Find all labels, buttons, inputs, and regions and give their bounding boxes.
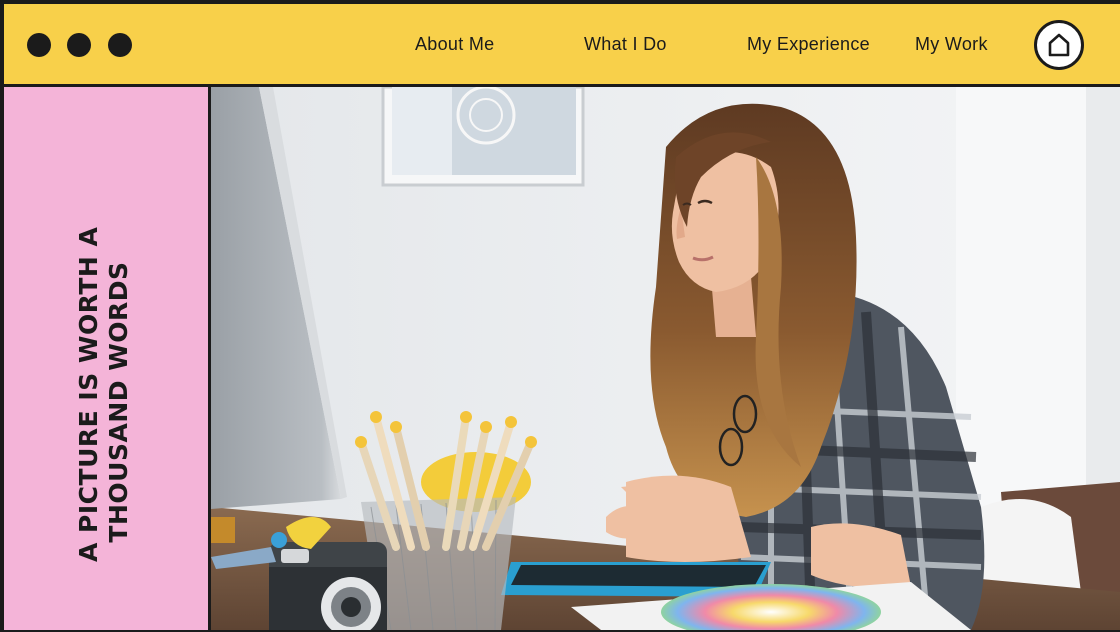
nav-link-about-me[interactable]: About Me (415, 34, 494, 55)
window-close-dot[interactable] (27, 33, 51, 57)
sidebar-tagline: A PICTURE IS WORTH A THOUSAND WORDS (74, 226, 134, 562)
page-frame: About Me What I Do My Experience My Work… (0, 0, 1120, 632)
hero-photo-illustration (211, 87, 1120, 630)
home-button[interactable] (1034, 20, 1084, 70)
nav-link-what-i-do[interactable]: What I Do (584, 34, 667, 55)
hero-photo (211, 87, 1120, 630)
window-minimize-dot[interactable] (67, 33, 91, 57)
window-maximize-dot[interactable] (108, 33, 132, 57)
home-icon (1048, 33, 1070, 57)
tagline-line-2: THOUSAND WORDS (104, 261, 133, 543)
nav-link-my-work[interactable]: My Work (915, 34, 988, 55)
tagline-line-1: A PICTURE IS WORTH A (74, 226, 103, 562)
nav-link-my-experience[interactable]: My Experience (747, 34, 870, 55)
top-nav-bar: About Me What I Do My Experience My Work (4, 4, 1120, 84)
